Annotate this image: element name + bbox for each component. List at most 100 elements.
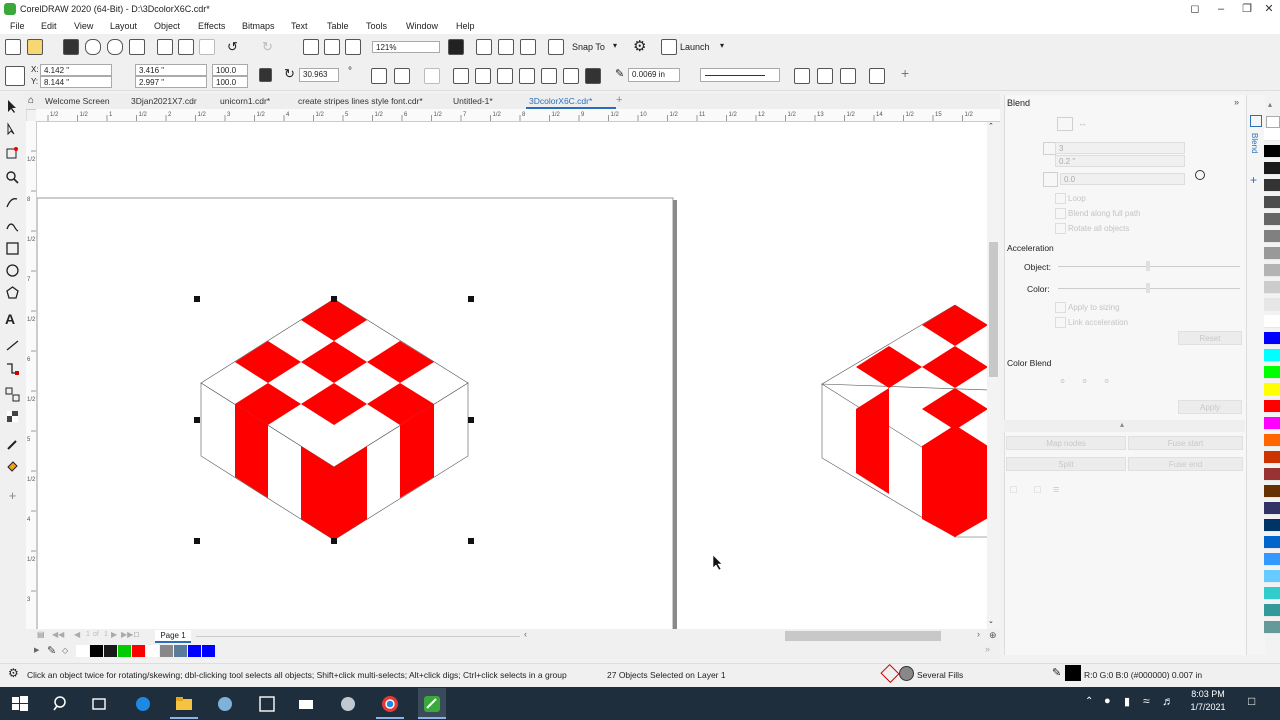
battery-icon[interactable]: ▮: [1124, 695, 1130, 708]
palette-swatch[interactable]: [1264, 128, 1280, 141]
cut-icon[interactable]: [157, 39, 173, 55]
intersect-icon[interactable]: [519, 68, 535, 84]
snipping-tool-icon[interactable]: [258, 695, 276, 713]
palette-swatch[interactable]: [1264, 315, 1280, 328]
mirror-vertical-icon[interactable]: [394, 68, 410, 84]
new-tab-icon[interactable]: +: [616, 94, 622, 106]
tab-stripes-font[interactable]: create stripes lines style font.cdr*: [298, 96, 423, 106]
file-explorer-icon[interactable]: [175, 695, 193, 713]
copy-icon[interactable]: [178, 39, 194, 55]
palette-swatch[interactable]: [1264, 162, 1280, 175]
wrap-text-icon[interactable]: [424, 68, 440, 84]
new-path-icon[interactable]: □: [1034, 484, 1041, 496]
document-swatch[interactable]: [118, 645, 131, 657]
vertical-scroll-thumb[interactable]: [989, 242, 998, 377]
full-screen-icon[interactable]: [448, 39, 464, 55]
close-button[interactable]: ✕: [1258, 1, 1280, 17]
steam-icon[interactable]: [339, 695, 357, 713]
palette-swatch[interactable]: [1264, 247, 1280, 260]
next-page-icon[interactable]: ▶: [111, 630, 117, 639]
scroll-right-icon[interactable]: ›: [977, 629, 980, 639]
launch-app-icon[interactable]: [661, 39, 677, 55]
convert-to-curves-icon[interactable]: [794, 68, 810, 84]
new-start-icon[interactable]: □: [1010, 484, 1017, 496]
palette-swatch[interactable]: [1264, 213, 1280, 226]
direct-color-blend-icon[interactable]: ⚬: [1058, 375, 1067, 388]
scale-height-field[interactable]: 100.0: [212, 76, 248, 88]
palette-swatch[interactable]: [1264, 536, 1280, 549]
snap-off-icon[interactable]: [548, 39, 564, 55]
palette-swatch[interactable]: [1264, 366, 1280, 379]
palette-swatch[interactable]: [1264, 349, 1280, 362]
color-acceleration-thumb[interactable]: [1146, 283, 1150, 293]
blend-tool-icon[interactable]: [5, 387, 20, 402]
eyedropper-icon[interactable]: ✎: [47, 644, 56, 657]
palette-swatch[interactable]: [1264, 485, 1280, 498]
menu-edit[interactable]: Edit: [41, 21, 57, 31]
menu-table[interactable]: Table: [327, 21, 349, 31]
document-swatch[interactable]: [160, 645, 173, 657]
reset-button[interactable]: Reset: [1178, 331, 1242, 345]
palette-swatch[interactable]: [1264, 587, 1280, 600]
palette-swatch[interactable]: [1264, 502, 1280, 515]
redo-icon[interactable]: ↻: [262, 39, 273, 55]
transparency-tool-icon[interactable]: [5, 409, 20, 424]
align-distribute-icon[interactable]: [869, 68, 885, 84]
vertical-ruler[interactable]: 1/2 8 1/2 7 1/2 6 1/2 5 1/2 4 1/2 3: [26, 121, 37, 629]
blend-steps-preset-icon[interactable]: [1057, 117, 1073, 131]
document-swatch[interactable]: [202, 645, 215, 657]
last-page-icon[interactable]: ▶▶: [121, 630, 133, 639]
user-account-icon[interactable]: ◻: [1184, 1, 1206, 17]
clockwise-blend-icon[interactable]: ⚬: [1080, 375, 1089, 388]
apply-button[interactable]: Apply: [1178, 400, 1242, 414]
tab-3djan2021x7[interactable]: 3Djan2021X7.cdr: [131, 96, 197, 106]
tab-untitled-1[interactable]: Untitled-1*: [453, 96, 493, 106]
width-field[interactable]: 3.416 ": [135, 64, 207, 76]
pick-tool-icon[interactable]: [5, 99, 20, 114]
zoom-tool-icon[interactable]: [5, 170, 20, 185]
palette-swatch[interactable]: [1264, 281, 1280, 294]
page-1-tab[interactable]: Page 1: [155, 630, 191, 643]
menu-view[interactable]: View: [74, 21, 93, 31]
split-button[interactable]: Split: [1006, 457, 1126, 471]
cloud-upload-icon[interactable]: [85, 39, 101, 55]
lock-ratio-icon[interactable]: [259, 68, 272, 82]
options-gear-icon[interactable]: ⚙: [633, 37, 646, 55]
export-icon[interactable]: [324, 39, 340, 55]
chrome-browser-icon[interactable]: [381, 695, 399, 713]
eyedropper-tool-icon[interactable]: [5, 437, 20, 452]
polygon-tool-icon[interactable]: [5, 285, 20, 300]
menu-window[interactable]: Window: [406, 21, 438, 31]
expand-panel-icon[interactable]: »: [1234, 97, 1239, 107]
back-minus-front-icon[interactable]: [585, 68, 601, 84]
document-swatch[interactable]: [174, 645, 187, 657]
freehand-tool-icon[interactable]: [5, 195, 20, 210]
rotation-angle-field[interactable]: 30.963: [299, 68, 339, 82]
artistic-media-icon[interactable]: [5, 219, 20, 234]
home-icon[interactable]: ⌂: [28, 95, 34, 106]
fuse-start-button[interactable]: Fuse start: [1128, 436, 1243, 450]
zoom-level-select[interactable]: 121%: [372, 41, 440, 53]
wifi-icon[interactable]: ≈: [1143, 694, 1150, 708]
palette-swatch[interactable]: [1264, 332, 1280, 345]
snap-to-dropdown[interactable]: Snap To: [572, 42, 605, 52]
palette-swatch[interactable]: [1264, 383, 1280, 396]
notifications-icon[interactable]: □: [1248, 694, 1255, 708]
vertical-scrollbar[interactable]: ⌃ ⌄: [988, 122, 999, 629]
windows-start-icon[interactable]: [11, 695, 29, 713]
minimize-button[interactable]: –: [1210, 1, 1232, 17]
document-swatch[interactable]: [76, 645, 89, 657]
scroll-down-icon[interactable]: ⌄: [988, 617, 994, 625]
break-apart-icon[interactable]: [817, 68, 833, 84]
blend-spacing-icon[interactable]: ↔: [1078, 118, 1087, 128]
loop-checkbox[interactable]: [1055, 193, 1066, 204]
palette-flyout-icon[interactable]: [1266, 116, 1280, 128]
rectangle-tool-icon[interactable]: [5, 241, 20, 256]
show-guidelines-icon[interactable]: [520, 39, 536, 55]
tab-welcome-screen[interactable]: Welcome Screen: [45, 96, 110, 106]
status-gear-icon[interactable]: ⚙: [8, 666, 19, 680]
palette-swatch[interactable]: [1264, 434, 1280, 447]
palette-swatch[interactable]: [1264, 519, 1280, 532]
show-hidden-icons-icon[interactable]: ⌃: [1085, 696, 1093, 707]
position-x-field[interactable]: 4.142 ": [40, 64, 112, 76]
